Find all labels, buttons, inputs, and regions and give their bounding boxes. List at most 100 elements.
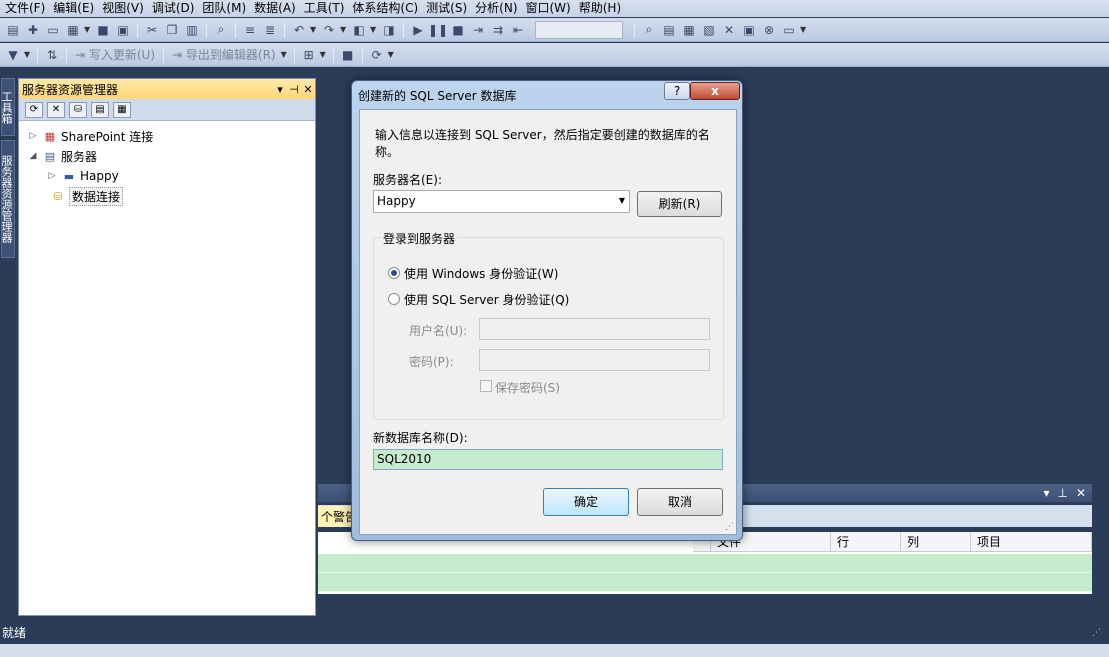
menu-window[interactable]: 窗口(W)	[525, 0, 578, 17]
resize-grip-icon[interactable]: ⋰	[725, 522, 734, 532]
filter-icon[interactable]: ▼	[4, 46, 22, 64]
resize-grip-icon[interactable]: ⋰	[1092, 622, 1101, 644]
windows-auth-radio[interactable]	[388, 267, 400, 279]
write-update-button[interactable]: ⇥ 写入更新(U)	[72, 46, 158, 63]
menu-architecture[interactable]: 体系结构(C)	[351, 0, 425, 17]
chevron-down-icon[interactable]: ▼	[320, 50, 328, 59]
cut-icon[interactable]: ✂	[143, 21, 161, 39]
undo-icon[interactable]: ↶	[290, 21, 308, 39]
chevron-down-icon[interactable]: ▼	[24, 50, 32, 59]
chevron-down-icon[interactable]: ▾	[273, 83, 287, 96]
tree-node-data-connections[interactable]: ⛁ 数据连接	[47, 186, 124, 206]
new-project-icon[interactable]: ▤	[4, 21, 22, 39]
cancel-button[interactable]: 取消	[637, 488, 723, 516]
find-in-files-icon[interactable]: ⌕	[640, 21, 658, 39]
refresh-icon[interactable]: ⟳	[368, 46, 386, 64]
side-tab-toolbox[interactable]: 工具箱	[0, 78, 15, 136]
stop-refresh-icon[interactable]: ✕	[47, 101, 65, 118]
collapse-icon[interactable]: ◢	[27, 151, 39, 161]
pin-icon[interactable]: ⊣	[287, 83, 301, 96]
side-tab-server-explorer[interactable]: 服务器资源管理器	[0, 140, 15, 258]
tree-node-happy[interactable]: ▷ ▬ Happy	[46, 167, 119, 185]
tree-node-sharepoint[interactable]: ▷ ▦ SharePoint 连接	[27, 127, 154, 145]
connect-sharepoint-icon[interactable]: ▦	[113, 101, 131, 118]
output-icon[interactable]: ▭	[780, 21, 798, 39]
connect-server-icon[interactable]: ▤	[91, 101, 109, 118]
menu-view[interactable]: 视图(V)	[101, 0, 151, 17]
tree-node-servers[interactable]: ◢ ▤ 服务器	[27, 147, 97, 165]
navigate-back-icon[interactable]: ◧	[350, 21, 368, 39]
column-header-project[interactable]: 项目	[971, 532, 1092, 552]
menu-test[interactable]: 测试(S)	[425, 0, 474, 17]
copy-icon[interactable]: ❐	[163, 21, 181, 39]
close-icon[interactable]: ✕	[301, 83, 315, 96]
menu-analyze[interactable]: 分析(N)	[474, 0, 524, 17]
menu-file[interactable]: 文件(F)	[4, 0, 52, 17]
paste-icon[interactable]: ▥	[183, 21, 201, 39]
solution-config-combo[interactable]	[535, 20, 623, 39]
server-name-combo[interactable]: Happy ▼	[373, 190, 630, 213]
chevron-down-icon[interactable]: ▼	[800, 25, 808, 34]
stop-icon[interactable]: ■	[339, 46, 357, 64]
server-explorer-toolbar: ⟳ ✕ ⛁ ▤ ▦	[19, 99, 315, 121]
save-password-checkbox[interactable]	[480, 380, 492, 392]
expand-icon[interactable]: ▷	[46, 171, 58, 181]
redo-icon[interactable]: ↷	[320, 21, 338, 39]
step-into-icon[interactable]: ⇥	[469, 21, 487, 39]
expand-icon[interactable]: ▷	[27, 131, 39, 141]
solution-explorer-icon[interactable]: ▤	[660, 21, 678, 39]
export-editor-button[interactable]: ⇥ 导出到编辑器(R)	[169, 46, 279, 63]
find-icon[interactable]: ⌕	[212, 21, 230, 39]
schema-compare-icon[interactable]: ⊞	[300, 46, 318, 64]
chevron-down-icon[interactable]: ▼	[370, 25, 378, 34]
error-list-icon[interactable]: ⊗	[760, 21, 778, 39]
chevron-down-icon[interactable]: ▾	[1043, 486, 1049, 500]
password-field[interactable]	[479, 349, 710, 371]
table-row[interactable]	[318, 554, 1092, 573]
save-icon[interactable]: ■	[94, 21, 112, 39]
start-icon[interactable]: ▶	[409, 21, 427, 39]
navigate-forward-icon[interactable]: ◨	[380, 21, 398, 39]
stop-icon[interactable]: ■	[449, 21, 467, 39]
table-row[interactable]	[318, 573, 1092, 592]
properties-icon[interactable]: ▦	[680, 21, 698, 39]
chevron-down-icon[interactable]: ▼	[340, 25, 348, 34]
refresh-icon[interactable]: ⟳	[25, 101, 43, 118]
help-button[interactable]: ?	[664, 82, 690, 100]
menu-debug[interactable]: 调试(D)	[151, 0, 202, 17]
object-browser-icon[interactable]: ▧	[700, 21, 718, 39]
menu-data[interactable]: 数据(A)	[253, 0, 303, 17]
pause-icon[interactable]: ❚❚	[428, 21, 448, 39]
menu-team[interactable]: 团队(M)	[201, 0, 253, 17]
save-all-icon[interactable]: ▣	[114, 21, 132, 39]
menu-edit[interactable]: 编辑(E)	[52, 0, 101, 17]
username-field[interactable]	[479, 318, 710, 340]
database-name-field[interactable]: SQL2010	[373, 449, 723, 470]
close-button[interactable]: x	[690, 82, 740, 100]
menu-tools[interactable]: 工具(T)	[303, 0, 352, 17]
ok-button[interactable]: 确定	[543, 488, 629, 516]
step-over-icon[interactable]: ⇉	[489, 21, 507, 39]
chevron-down-icon[interactable]: ▼	[310, 25, 318, 34]
chevron-down-icon[interactable]: ▼	[281, 50, 289, 59]
sort-icon[interactable]: ⇅	[43, 46, 61, 64]
chevron-down-icon[interactable]: ▼	[84, 25, 92, 34]
menu-help[interactable]: 帮助(H)	[578, 0, 628, 17]
sql-auth-radio[interactable]	[388, 293, 400, 305]
extension-manager-icon[interactable]: ▣	[740, 21, 758, 39]
connect-database-icon[interactable]: ⛁	[69, 101, 87, 118]
column-header-line[interactable]: 行	[831, 532, 901, 552]
chevron-down-icon[interactable]: ▼	[619, 191, 625, 211]
toolbox-icon[interactable]: ✕	[720, 21, 738, 39]
add-item-icon[interactable]: ✚	[24, 21, 42, 39]
add-existing-icon[interactable]: ▦	[64, 21, 82, 39]
uncomment-icon[interactable]: ≣	[261, 21, 279, 39]
open-file-icon[interactable]: ▭	[44, 21, 62, 39]
refresh-button[interactable]: 刷新(R)	[637, 191, 722, 217]
close-icon[interactable]: ✕	[1076, 486, 1086, 500]
column-header-column[interactable]: 列	[901, 532, 971, 552]
step-out-icon[interactable]: ⇤	[509, 21, 527, 39]
chevron-down-icon[interactable]: ▼	[388, 50, 396, 59]
pin-icon[interactable]: ⊥	[1057, 486, 1067, 500]
comment-icon[interactable]: ≡	[241, 21, 259, 39]
